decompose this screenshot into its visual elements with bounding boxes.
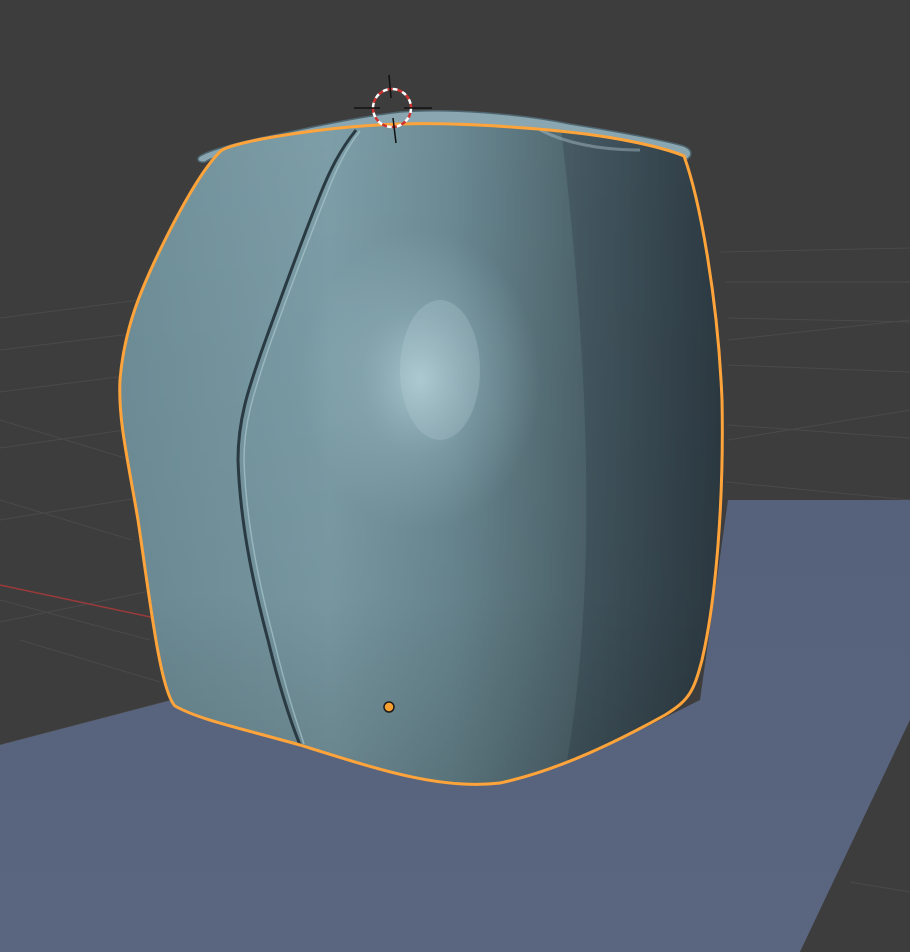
viewport-3d[interactable] [0, 0, 910, 952]
viewport-canvas[interactable] [0, 0, 910, 952]
object-origin-icon[interactable] [383, 701, 395, 713]
